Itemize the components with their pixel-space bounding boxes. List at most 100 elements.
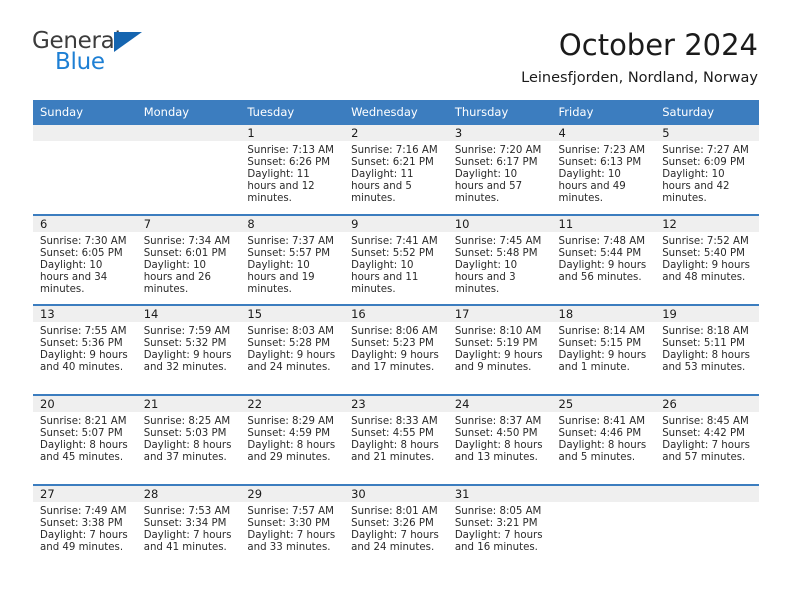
calendar-day-cell[interactable]: 4 Sunrise: 7:23 AM Sunset: 6:13 PM Daylight… — [551, 125, 656, 215]
day-cell-inner: 29 Sunrise: 7:57 AM Sunset: 3:30 PM Dayligh… — [240, 486, 345, 574]
day-number: 6 — [33, 216, 137, 232]
calendar-day-cell[interactable]: 13 Sunrise: 7:55 AM Sunset: 5:36 PM Dayligh… — [33, 304, 137, 395]
day-number: 16 — [344, 306, 448, 322]
day-cell-inner: 7 Sunrise: 7:34 AM Sunset: 6:01 PM Daylight… — [136, 216, 241, 304]
daylight-text: Daylight: 10 hours and 11 minutes. — [351, 259, 419, 295]
sunrise-text: Sunrise: 8:21 AM — [40, 416, 127, 427]
calendar-day-cell[interactable]: 9 Sunrise: 7:41 AM Sunset: 5:52 PM Daylight… — [344, 214, 448, 305]
day-number: 23 — [344, 396, 448, 412]
day-details: Sunrise: 8:21 AM Sunset: 5:07 PM Daylight:… — [33, 412, 137, 464]
day-number: 21 — [136, 396, 241, 412]
day-cell-inner: 21 Sunrise: 8:25 AM Sunset: 5:03 PM Dayligh… — [136, 396, 241, 484]
day-cell-inner: 8 Sunrise: 7:37 AM Sunset: 5:57 PM Daylight… — [240, 216, 345, 304]
day-number — [655, 486, 759, 502]
calendar-day-cell[interactable]: 23 Sunrise: 8:33 AM Sunset: 4:55 PM Dayligh… — [344, 394, 448, 485]
calendar-day-cell[interactable]: 6 Sunrise: 7:30 AM Sunset: 6:05 PM Daylight… — [33, 214, 137, 305]
page-header: General Blue October 2024 Leinesfjorden,… — [0, 0, 792, 100]
weekday-header-monday: Monday — [136, 100, 241, 125]
calendar-day-cell[interactable]: 3 Sunrise: 7:20 AM Sunset: 6:17 PM Daylight… — [447, 125, 552, 215]
calendar-day-cell[interactable]: 16 Sunrise: 8:06 AM Sunset: 5:23 PM Dayligh… — [344, 304, 448, 395]
sunrise-text: Sunrise: 7:23 AM — [558, 145, 646, 156]
daylight-text: Daylight: 10 hours and 3 minutes. — [454, 259, 518, 295]
day-number: 28 — [136, 486, 241, 502]
sunset-text: Sunset: 6:05 PM — [40, 247, 123, 259]
calendar-day-cell[interactable]: 2 Sunrise: 7:16 AM Sunset: 6:21 PM Daylight… — [344, 125, 448, 215]
calendar-day-cell[interactable]: 15 Sunrise: 8:03 AM Sunset: 5:28 PM Dayligh… — [240, 304, 345, 395]
daylight-text: Daylight: 8 hours and 21 minutes. — [351, 439, 439, 463]
calendar-day-cell[interactable]: 24 Sunrise: 8:37 AM Sunset: 4:50 PM Dayligh… — [447, 394, 552, 485]
day-details: Sunrise: 7:37 AM Sunset: 5:57 PM Daylight:… — [240, 232, 344, 296]
calendar-day-cell[interactable]: 25 Sunrise: 8:41 AM Sunset: 4:46 PM Dayligh… — [551, 394, 656, 485]
day-cell-inner: 13 Sunrise: 7:55 AM Sunset: 5:36 PM Dayligh… — [33, 306, 137, 394]
logo-triangle-icon — [114, 32, 142, 52]
day-number: 12 — [655, 216, 759, 232]
day-details: Sunrise: 8:01 AM Sunset: 3:26 PM Daylight:… — [344, 502, 448, 554]
daylight-text: Daylight: 7 hours and 24 minutes. — [351, 529, 439, 553]
calendar-day-cell[interactable]: 28 Sunrise: 7:53 AM Sunset: 3:34 PM Dayligh… — [136, 484, 241, 575]
weekday-header-saturday: Saturday — [655, 100, 759, 125]
daylight-text: Daylight: 7 hours and 41 minutes. — [143, 529, 232, 553]
calendar-day-cell[interactable]: 14 Sunrise: 7:59 AM Sunset: 5:32 PM Dayligh… — [136, 304, 241, 395]
day-number: 29 — [240, 486, 345, 502]
day-details: Sunrise: 7:53 AM Sunset: 3:34 PM Daylight:… — [137, 502, 241, 554]
day-details: Sunrise: 8:37 AM Sunset: 4:50 PM Daylight:… — [448, 412, 552, 464]
day-number: 10 — [447, 216, 552, 232]
daylight-text: Daylight: 11 hours and 12 minutes. — [247, 168, 315, 204]
day-number: 11 — [551, 216, 656, 232]
calendar-day-cell[interactable]: 30 Sunrise: 8:01 AM Sunset: 3:26 PM Dayligh… — [344, 484, 448, 575]
daylight-text: Daylight: 10 hours and 42 minutes. — [662, 168, 730, 204]
day-cell-inner: 17 Sunrise: 8:10 AM Sunset: 5:19 PM Dayligh… — [447, 306, 552, 394]
day-details: Sunrise: 7:16 AM Sunset: 6:21 PM Daylight:… — [344, 141, 448, 205]
calendar-page: General Blue October 2024 Leinesfjorden,… — [0, 0, 792, 612]
sunrise-text: Sunrise: 8:05 AM — [454, 506, 542, 517]
calendar-day-cell[interactable]: 21 Sunrise: 8:25 AM Sunset: 5:03 PM Dayligh… — [136, 394, 241, 485]
sunrise-text: Sunrise: 7:59 AM — [143, 326, 231, 337]
weekday-header-row: Sunday Monday Tuesday Wednesday Thursday… — [33, 100, 759, 125]
calendar-day-cell[interactable]: 31 Sunrise: 8:05 AM Sunset: 3:21 PM Dayligh… — [447, 484, 552, 575]
daylight-text: Daylight: 9 hours and 9 minutes. — [454, 349, 543, 373]
day-details: Sunrise: 7:52 AM Sunset: 5:40 PM Daylight:… — [655, 232, 759, 284]
sunrise-text: Sunrise: 8:37 AM — [454, 416, 542, 427]
calendar-day-cell[interactable]: 26 Sunrise: 8:45 AM Sunset: 4:42 PM Dayligh… — [655, 394, 759, 485]
daylight-text: Daylight: 10 hours and 26 minutes. — [143, 259, 211, 295]
calendar-day-cell[interactable]: 27 Sunrise: 7:49 AM Sunset: 3:38 PM Dayligh… — [33, 484, 137, 575]
day-details: Sunrise: 7:55 AM Sunset: 5:36 PM Daylight:… — [33, 322, 137, 374]
day-details: Sunrise: 8:10 AM Sunset: 5:19 PM Daylight:… — [448, 322, 552, 374]
day-cell-inner: 2 Sunrise: 7:16 AM Sunset: 6:21 PM Daylight… — [344, 125, 448, 213]
calendar-day-cell[interactable]: 29 Sunrise: 7:57 AM Sunset: 3:30 PM Dayligh… — [240, 484, 345, 575]
day-number: 9 — [344, 216, 448, 232]
calendar-day-cell[interactable]: 20 Sunrise: 8:21 AM Sunset: 5:07 PM Dayligh… — [33, 394, 137, 485]
day-details: Sunrise: 7:59 AM Sunset: 5:32 PM Daylight:… — [137, 322, 241, 374]
calendar-day-cell[interactable]: 1 Sunrise: 7:13 AM Sunset: 6:26 PM Daylight… — [240, 125, 345, 215]
calendar-day-cell[interactable]: 19 Sunrise: 8:18 AM Sunset: 5:11 PM Dayligh… — [655, 304, 759, 395]
day-details: Sunrise: 8:18 AM Sunset: 5:11 PM Daylight:… — [655, 322, 759, 374]
day-cell-inner — [33, 125, 137, 213]
weekday-header-friday: Friday — [551, 100, 656, 125]
day-cell-inner: 6 Sunrise: 7:30 AM Sunset: 6:05 PM Daylight… — [33, 216, 137, 304]
calendar-day-cell[interactable]: 8 Sunrise: 7:37 AM Sunset: 5:57 PM Daylight… — [240, 214, 345, 305]
calendar-day-cell[interactable]: 5 Sunrise: 7:27 AM Sunset: 6:09 PM Daylight… — [655, 125, 759, 215]
daylight-text: Daylight: 11 hours and 5 minutes. — [351, 168, 414, 204]
calendar-day-cell[interactable]: 17 Sunrise: 8:10 AM Sunset: 5:19 PM Dayligh… — [447, 304, 552, 395]
calendar-day-cell[interactable]: 11 Sunrise: 7:48 AM Sunset: 5:44 PM Dayligh… — [551, 214, 656, 305]
calendar-day-cell[interactable]: 12 Sunrise: 7:52 AM Sunset: 5:40 PM Dayligh… — [655, 214, 759, 305]
day-details: Sunrise: 8:03 AM Sunset: 5:28 PM Daylight:… — [240, 322, 344, 374]
calendar-table: Sunday Monday Tuesday Wednesday Thursday… — [33, 100, 759, 575]
day-number: 24 — [447, 396, 552, 412]
sunset-text: Sunset: 6:01 PM — [143, 247, 227, 259]
sunrise-text: Sunrise: 7:48 AM — [558, 236, 646, 247]
day-details: Sunrise: 7:34 AM Sunset: 6:01 PM Daylight:… — [137, 232, 241, 296]
calendar-day-cell[interactable]: 22 Sunrise: 8:29 AM Sunset: 4:59 PM Dayligh… — [240, 394, 345, 485]
calendar-day-cell[interactable]: 10 Sunrise: 7:45 AM Sunset: 5:48 PM Dayligh… — [447, 214, 552, 305]
calendar-day-cell[interactable]: 18 Sunrise: 8:14 AM Sunset: 5:15 PM Dayligh… — [551, 304, 656, 395]
day-number: 25 — [551, 396, 656, 412]
daylight-text: Daylight: 9 hours and 40 minutes. — [40, 349, 128, 373]
calendar-day-cell[interactable]: 7 Sunrise: 7:34 AM Sunset: 6:01 PM Daylight… — [136, 214, 241, 305]
daylight-text: Daylight: 9 hours and 17 minutes. — [351, 349, 439, 373]
day-number: 17 — [447, 306, 552, 322]
daylight-text: Daylight: 10 hours and 19 minutes. — [247, 259, 315, 295]
sunrise-text: Sunrise: 7:30 AM — [40, 236, 127, 247]
sunset-text: Sunset: 5:48 PM — [454, 247, 538, 259]
sunrise-text: Sunrise: 8:18 AM — [662, 326, 749, 337]
day-number: 1 — [240, 125, 345, 141]
